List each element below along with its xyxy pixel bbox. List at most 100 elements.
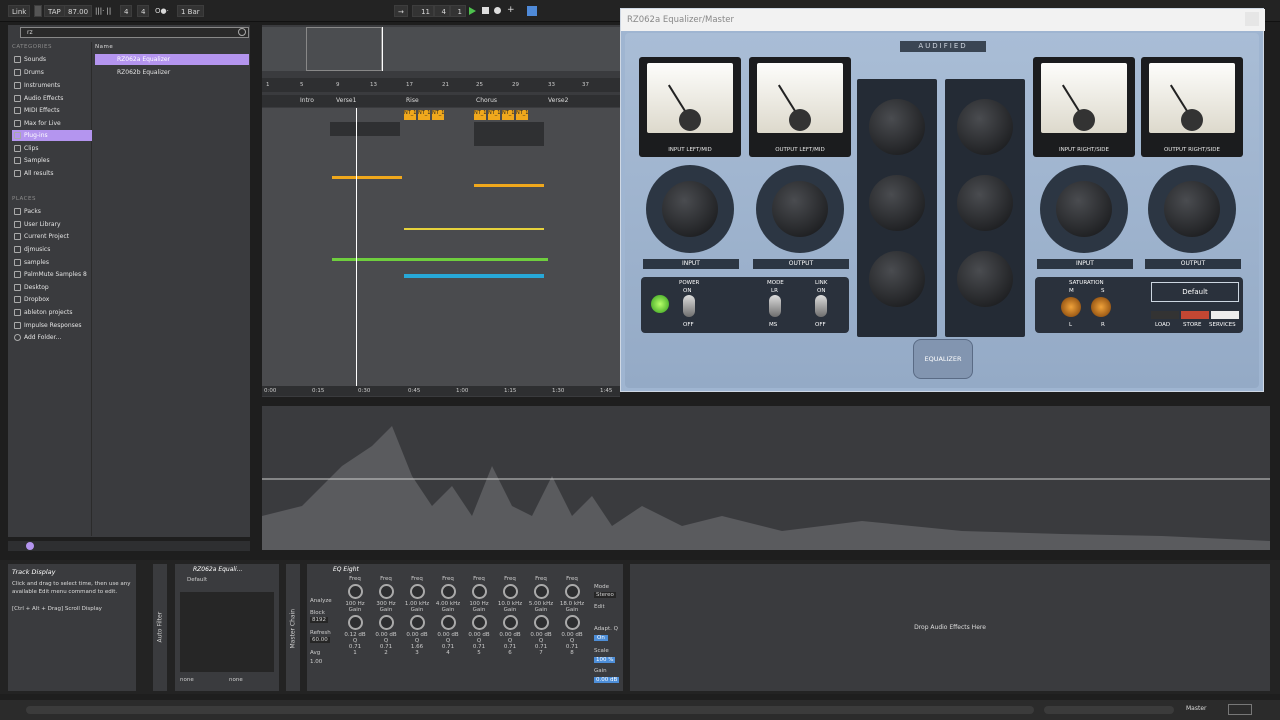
eq-band-1[interactable]: Freq 100 Hz Gain 0.12 dB Q 0.71 1: [340, 576, 370, 686]
add-icon[interactable]: +: [507, 5, 515, 15]
band-number[interactable]: 1: [340, 650, 370, 656]
time-sig-denominator[interactable]: 4: [137, 5, 150, 17]
gain-knob[interactable]: [564, 615, 580, 630]
freq-knob[interactable]: [502, 584, 518, 599]
output-left-knob[interactable]: [756, 165, 844, 253]
category-samples[interactable]: Samples: [12, 155, 92, 166]
freq-knob[interactable]: [409, 584, 425, 599]
gain-knob[interactable]: [471, 615, 487, 630]
clip[interactable]: NT_1: [418, 110, 430, 120]
place-palmmute-samples[interactable]: PalmMute Samples 8: [12, 269, 92, 280]
scale-value[interactable]: 100 %: [594, 657, 616, 663]
eq-band-2[interactable]: Freq 300 Hz Gain 0.00 dB Q 0.71 2: [371, 576, 401, 686]
rack-title[interactable]: RZ062a Equali...: [189, 565, 277, 574]
eq-band-3[interactable]: Freq 1.00 kHz Gain 0.00 dB Q 1.66 3: [402, 576, 432, 686]
master-chain-device[interactable]: Master Chain: [286, 564, 300, 691]
position-beat[interactable]: 4: [434, 5, 450, 17]
eq-band-8[interactable]: Freq 18.0 kHz Gain 0.00 dB Q 0.71 8: [557, 576, 587, 686]
time-ruler[interactable]: 0:00 0:15 0:30 0:45 1:00 1:15 1:30 1:45: [262, 386, 620, 396]
beat-ruler[interactable]: 1 5 9 13 17 21 25 29 33 37: [262, 78, 620, 92]
place-ableton-projects[interactable]: ableton projects: [12, 307, 92, 318]
eq-eight-title[interactable]: EQ Eight: [329, 565, 389, 574]
freq-knob[interactable]: [471, 584, 487, 599]
place-impulse-responses[interactable]: Impulse Responses: [12, 320, 92, 331]
freq-knob[interactable]: [378, 584, 394, 599]
gain-knob[interactable]: [440, 615, 456, 630]
gain-knob[interactable]: [378, 615, 394, 630]
rz062a-rack[interactable]: RZ062a Equali... Default none none: [175, 564, 279, 691]
rack-xy-pad[interactable]: [180, 592, 274, 672]
tap-button[interactable]: TAP: [44, 5, 65, 17]
band-number[interactable]: 6: [495, 650, 525, 656]
midi-clip[interactable]: [474, 122, 544, 146]
rack-macro-left[interactable]: none: [180, 677, 194, 683]
clear-search-icon[interactable]: [238, 28, 246, 36]
eq-mid-freq-knob[interactable]: [869, 175, 925, 231]
category-max-for-live[interactable]: Max for Live: [12, 118, 92, 129]
place-djmusics[interactable]: djmusics: [12, 244, 92, 255]
mode-select[interactable]: Stereo: [594, 592, 616, 598]
store-button[interactable]: [1181, 311, 1209, 319]
band-number[interactable]: 3: [402, 650, 432, 656]
category-audio-effects[interactable]: Audio Effects: [12, 93, 92, 104]
eq-band-4[interactable]: Freq 4.00 kHz Gain 0.00 dB Q 0.71 4: [433, 576, 463, 686]
band-number[interactable]: 7: [526, 650, 556, 656]
gain-knob[interactable]: [502, 615, 518, 630]
rack-preset[interactable]: Default: [187, 577, 207, 583]
overview-viewport[interactable]: [306, 27, 382, 71]
category-midi-effects[interactable]: MIDI Effects: [12, 105, 92, 116]
result-rz062a[interactable]: RZ062a Equalizer: [95, 54, 249, 65]
place-user-library[interactable]: User Library: [12, 219, 92, 230]
midi-clip[interactable]: [330, 122, 400, 136]
category-clips[interactable]: Clips: [12, 143, 92, 154]
eq-band-6[interactable]: Freq 10.0 kHz Gain 0.00 dB Q 0.71 6: [495, 576, 525, 686]
gain-knob[interactable]: [347, 615, 363, 630]
draw-mode-icon[interactable]: [527, 6, 537, 16]
place-current-project[interactable]: Current Project: [12, 231, 92, 242]
link-button[interactable]: Link: [8, 5, 31, 17]
category-all-results[interactable]: All results: [12, 168, 92, 179]
link-switch[interactable]: [815, 295, 827, 317]
auto-filter-device[interactable]: Auto Filter: [153, 564, 167, 691]
eq-band-5[interactable]: Freq 100 Hz Gain 0.00 dB Q 0.71 5: [464, 576, 494, 686]
gain-knob[interactable]: [533, 615, 549, 630]
add-folder-link[interactable]: Add Folder...: [12, 332, 92, 343]
clip[interactable]: NT_1: [488, 110, 500, 120]
name-column-header[interactable]: Name: [95, 44, 113, 50]
mode-switch[interactable]: [769, 295, 781, 317]
eq-high-freq-knob[interactable]: [869, 99, 925, 155]
play-icon[interactable]: [469, 7, 476, 15]
output-right-knob[interactable]: [1148, 165, 1236, 253]
refresh-value[interactable]: 60.00: [310, 637, 330, 643]
locator-intro[interactable]: Intro: [300, 97, 314, 104]
view-toggle[interactable]: [1228, 704, 1252, 715]
band-number[interactable]: 5: [464, 650, 494, 656]
clip[interactable]: NT_1: [502, 110, 514, 120]
eq-band-7[interactable]: Freq 5.00 kHz Gain 0.00 dB Q 0.71 7: [526, 576, 556, 686]
locator-verse1[interactable]: Verse1: [336, 97, 356, 104]
quantize-menu[interactable]: 1 Bar: [177, 5, 204, 17]
locator-verse2[interactable]: Verse2: [548, 97, 568, 104]
block-value[interactable]: 8192: [310, 617, 328, 623]
place-packs[interactable]: Packs: [12, 206, 92, 217]
horizontal-scrollbar[interactable]: [26, 706, 1034, 714]
arrangement-overview[interactable]: [262, 27, 620, 71]
position-bar[interactable]: 11: [412, 5, 434, 17]
freq-knob[interactable]: [564, 584, 580, 599]
saturation-right-button[interactable]: [1091, 297, 1111, 317]
close-button[interactable]: [1245, 12, 1259, 26]
nudge-icons[interactable]: |||· ||: [92, 5, 114, 17]
follow-icon[interactable]: →: [394, 5, 408, 17]
adapt-q-toggle[interactable]: On: [594, 635, 608, 641]
metronome-icon[interactable]: O●·: [152, 5, 172, 17]
position-sixteenth[interactable]: 1: [450, 5, 466, 17]
locator-rise[interactable]: Rise: [406, 97, 419, 104]
result-rz062b[interactable]: RZ062b Equalizer: [95, 67, 249, 78]
record-icon[interactable]: [494, 7, 501, 14]
input-right-knob[interactable]: [1040, 165, 1128, 253]
clip[interactable]: NT_1: [432, 110, 444, 120]
locator-chorus[interactable]: Chorus: [476, 97, 497, 104]
category-drums[interactable]: Drums: [12, 67, 92, 78]
eq-mid-freq-knob[interactable]: [957, 175, 1013, 231]
place-samples[interactable]: samples: [12, 257, 92, 268]
